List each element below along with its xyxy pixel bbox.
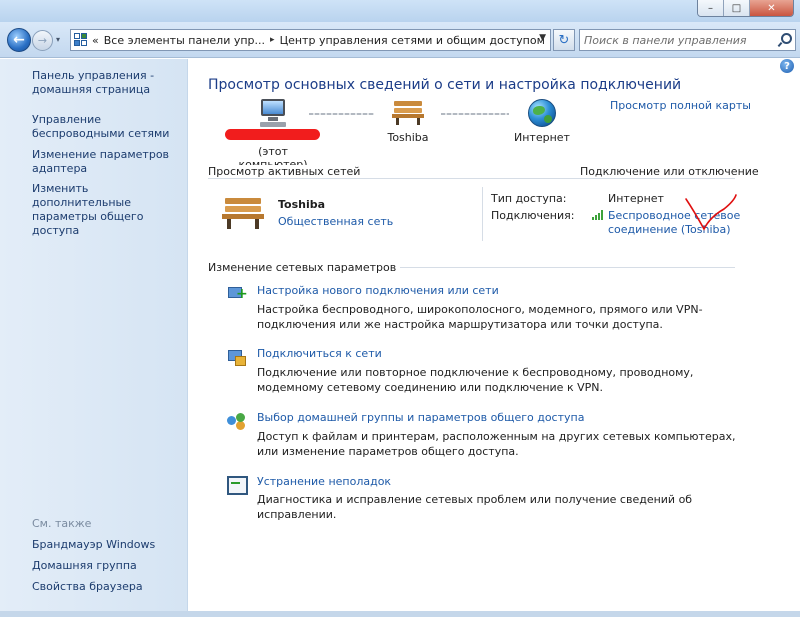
troubleshoot-description: Диагностика и исправление сетевых пробле… [257,493,693,521]
sidebar-item-control-panel-home[interactable]: Панель управления - домашняя страница [32,69,182,97]
navigation-bar: ← → ▾ « Все элементы панели упр... ▸ Цен… [0,22,800,58]
connect-disconnect-link[interactable]: Подключение или отключение [576,165,759,178]
connect-to-network-link[interactable]: Подключиться к сети [257,347,382,360]
breadcrumb-separator-icon[interactable]: ▸ [270,35,275,45]
close-button[interactable]: ✕ [750,0,793,16]
window-bottom-border [0,611,800,617]
connect-network-icon [226,348,246,366]
search-box[interactable] [579,29,796,51]
see-also-browser-properties[interactable]: Свойства браузера [32,580,182,594]
globe-icon [528,99,556,127]
see-also-heading: См. также [32,517,92,530]
change-settings-heading: Изменение сетевых параметров [208,261,401,274]
network-map-network-label: Toshiba [387,131,429,144]
connect-to-network-description: Подключение или повторное подключение к … [257,366,694,394]
network-map-internet-label: Интернет [514,131,570,144]
page-title: Просмотр основных сведений о сети и наст… [208,77,682,93]
homegroup-icon [226,412,246,430]
wifi-signal-icon [592,210,605,220]
network-map-computer[interactable] [228,99,318,129]
vertical-divider [482,187,483,241]
public-network-icon [392,99,424,125]
breadcrumb-overflow[interactable]: « [92,34,99,47]
help-icon[interactable]: ? [780,59,794,73]
back-button[interactable]: ← [7,28,31,52]
active-networks-heading: Просмотр активных сетей [208,165,365,178]
setup-new-connection-link[interactable]: Настройка нового подключения или сети [257,284,499,297]
network-map-network[interactable]: Toshiba [363,99,453,144]
address-bar[interactable]: « Все элементы панели упр... ▸ Центр упр… [70,29,551,51]
search-input[interactable] [584,32,769,48]
maximize-button[interactable]: □ [724,0,750,16]
minimize-button[interactable]: – [698,0,724,16]
access-type-label: Тип доступа: [491,192,567,205]
control-panel-icon [74,33,88,47]
setup-new-connection-description: Настройка беспроводного, широкополосного… [257,303,703,331]
homegroup-sharing-description: Доступ к файлам и принтерам, расположенн… [257,430,736,458]
sidebar-item-adapter-settings[interactable]: Изменение параметров адаптера [32,148,182,176]
redaction-mark [225,129,320,140]
sidebar-item-manage-wireless[interactable]: Управление беспроводными сетями [32,113,182,141]
connections-label: Подключения: [491,209,575,222]
network-name: Toshiba [278,198,326,211]
refresh-button[interactable]: ↻ [553,29,575,51]
forward-button[interactable]: → [32,30,53,51]
title-bar: – □ ✕ [0,0,800,22]
see-also-firewall[interactable]: Брандмауэр Windows [32,538,182,552]
address-dropdown-icon[interactable]: ▼ [539,33,546,43]
homegroup-sharing-link[interactable]: Выбор домашней группы и параметров общег… [257,411,584,424]
new-connection-icon [226,285,246,303]
sidebar: Панель управления - домашняя страница Уп… [0,59,188,611]
breadcrumb-network-center[interactable]: Центр управления сетями и общим доступом [280,34,545,47]
recent-pages-icon[interactable]: ▾ [56,35,60,44]
troubleshoot-link[interactable]: Устранение неполадок [257,475,391,488]
network-map-internet[interactable]: Интернет [497,99,587,144]
search-icon[interactable] [778,33,792,47]
troubleshoot-icon [226,475,248,495]
computer-icon [257,99,289,129]
sidebar-item-sharing-settings[interactable]: Изменить дополнительные параметры общего… [32,182,182,238]
main-content: ? Просмотр основных сведений о сети и на… [189,59,800,611]
public-network-icon [222,197,264,229]
access-type-value: Интернет [608,192,664,205]
network-type-link[interactable]: Общественная сеть [278,215,393,228]
view-full-map-link[interactable]: Просмотр полной карты [610,99,751,112]
see-also-homegroup[interactable]: Домашняя группа [32,559,182,573]
window-controls: – □ ✕ [697,0,794,17]
section-divider [208,178,735,179]
breadcrumb-all-items[interactable]: Все элементы панели упр... [104,34,265,47]
red-checkmark-annotation [685,194,737,231]
